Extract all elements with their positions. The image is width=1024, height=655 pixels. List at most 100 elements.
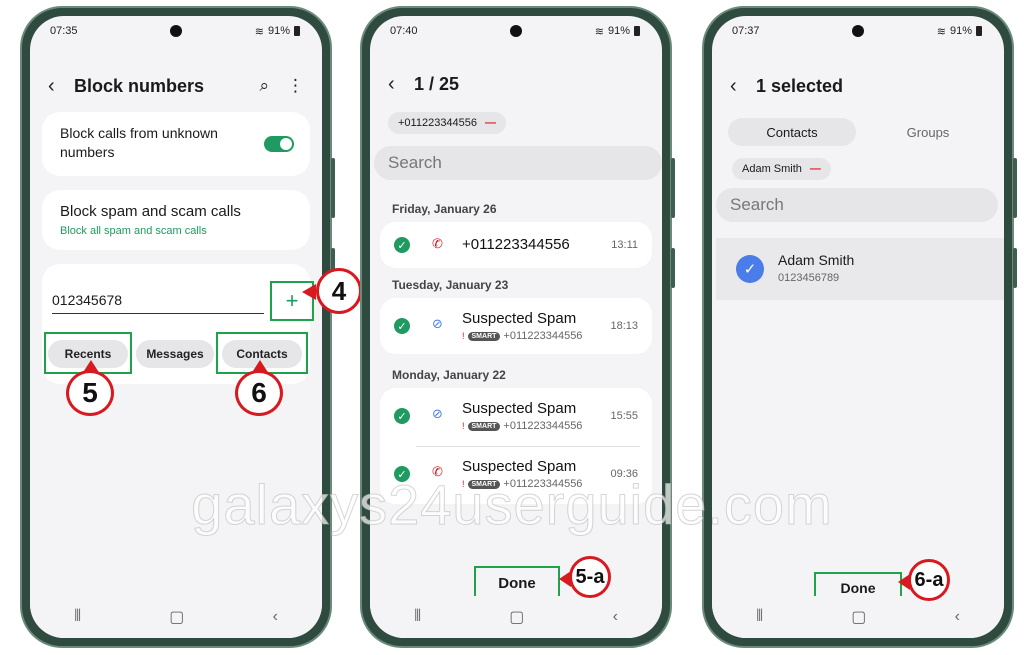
messages-button[interactable]: Messages [136, 340, 214, 368]
status-battery: 91% [607, 25, 630, 37]
home-icon[interactable]: ▢ [851, 607, 866, 627]
call-time: 09:36 [610, 468, 638, 480]
front-camera [852, 25, 864, 37]
unknown-numbers-toggle[interactable] [264, 136, 294, 152]
callout-step-6a: 6-a [908, 559, 950, 601]
selected-check-icon: ✓ [736, 255, 764, 283]
check-icon: ✓ [394, 408, 410, 424]
warning-icon: ! [462, 479, 465, 489]
back-nav-icon[interactable]: ‹ [613, 608, 618, 626]
spam-calls-title: Block spam and scam calls [60, 203, 241, 220]
phone-frame-block-numbers: 07:35 ≋ 91% ‹ Block numbers ⌕ ⋮ Block ca… [20, 6, 335, 648]
back-nav-icon[interactable]: ‹ [273, 608, 278, 626]
spam-calls-card[interactable]: Block spam and scam calls Block all spam… [42, 190, 310, 250]
status-battery: 91% [949, 25, 972, 37]
remove-icon[interactable]: — [485, 117, 496, 129]
selected-contact-text: Adam Smith [742, 163, 802, 175]
call-number: +011223344556 [503, 420, 583, 432]
front-camera [170, 25, 182, 37]
smart-badge: SMART [467, 479, 501, 489]
selected-number-chip[interactable]: +011223344556 — [388, 112, 507, 134]
phone-frame-recents: 07:40 ≋ 91% ‹ 1 / 25 +011223344556 — Sea… [360, 6, 675, 648]
screen-block-numbers: 07:35 ≋ 91% ‹ Block numbers ⌕ ⋮ Block ca… [30, 16, 322, 638]
page-title: 1 selected [756, 75, 844, 96]
back-icon[interactable]: ‹ [388, 73, 414, 96]
blocked-icon: ⊘ [432, 316, 443, 331]
page-title: 1 / 25 [414, 73, 460, 94]
screen-contacts: 07:37 ≋ 91% ‹ 1 selected Contacts Groups… [712, 16, 1004, 638]
remove-icon[interactable]: — [810, 163, 821, 175]
more-options-icon[interactable]: ⋮ [287, 76, 304, 96]
call-time: 13:11 [611, 239, 638, 251]
date-header: Monday, January 22 [392, 368, 506, 382]
date-header: Friday, January 26 [392, 202, 497, 216]
callout-step-6: 6 [235, 370, 283, 416]
status-time: 07:40 [390, 25, 418, 37]
list-group: ✓ ⊘ Suspected Spam ! SMART +011223344556… [380, 388, 652, 504]
list-item[interactable]: ✓ ✆ Suspected Spam ! SMART +011223344556… [380, 446, 652, 504]
callout-step-4: 4 [316, 268, 362, 314]
recent-apps-icon[interactable]: ⦀ [756, 608, 763, 626]
callout-arrow [302, 284, 316, 300]
call-title: Suspected Spam [462, 458, 577, 475]
battery-icon [634, 26, 640, 36]
smart-badge: SMART [467, 331, 501, 341]
contact-list-item[interactable]: ✓ Adam Smith 0123456789 [716, 238, 1004, 300]
navigation-bar: ⦀ ▢ ‹ [30, 596, 322, 638]
call-title: +011223344556 [462, 236, 570, 253]
phone-frame-contacts: 07:37 ≋ 91% ‹ 1 selected Contacts Groups… [702, 6, 1017, 648]
warning-icon: ! [462, 331, 465, 341]
selected-number-text: +011223344556 [398, 117, 478, 129]
blocked-icon: ⊘ [432, 406, 443, 421]
back-icon[interactable]: ‹ [48, 75, 74, 98]
recent-apps-icon[interactable]: ⦀ [74, 608, 81, 626]
phone-number-input[interactable]: 012345678 [52, 290, 264, 314]
spam-calls-subtitle: Block all spam and scam calls [60, 225, 207, 237]
search-input[interactable]: Search [374, 146, 662, 180]
unknown-numbers-card[interactable]: Block calls from unknown numbers [42, 112, 310, 176]
wifi-icon: ≋ [936, 25, 946, 38]
call-time: 15:55 [610, 410, 638, 422]
contact-name: Adam Smith [778, 252, 855, 268]
check-icon: ✓ [394, 318, 410, 334]
list-item[interactable]: ✓ ✆ +011223344556 13:11 [380, 222, 652, 268]
call-time: 18:13 [610, 320, 638, 332]
wifi-icon: ≋ [594, 25, 604, 38]
back-icon[interactable]: ‹ [730, 75, 756, 98]
call-title: Suspected Spam [462, 310, 577, 327]
callout-step-5: 5 [66, 370, 114, 416]
search-input[interactable]: Search [716, 188, 998, 222]
date-header: Tuesday, January 23 [392, 278, 509, 292]
missed-call-icon: ✆ [432, 464, 443, 479]
callout-step-5a: 5-a [569, 556, 611, 598]
highlight-done [474, 566, 560, 600]
tab-groups[interactable]: Groups [862, 118, 994, 146]
app-bar: ‹ 1 / 25 [370, 64, 662, 104]
app-bar: ‹ 1 selected [712, 66, 1004, 106]
front-camera [510, 25, 522, 37]
check-icon: ✓ [394, 237, 410, 253]
unknown-numbers-label: Block calls from unknown numbers [60, 125, 218, 160]
contact-number: 0123456789 [778, 272, 840, 284]
search-icon[interactable]: ⌕ [259, 76, 269, 96]
status-battery: 91% [267, 25, 290, 37]
battery-icon [976, 26, 982, 36]
app-bar: ‹ Block numbers ⌕ ⋮ [30, 66, 322, 106]
wifi-icon: ≋ [254, 25, 264, 38]
battery-icon [294, 26, 300, 36]
page-title: Block numbers [74, 75, 205, 96]
back-nav-icon[interactable]: ‹ [955, 608, 960, 626]
home-icon[interactable]: ▢ [509, 607, 524, 627]
missed-call-icon: ✆ [432, 236, 443, 251]
status-time: 07:35 [50, 25, 78, 37]
selected-contact-chip[interactable]: Adam Smith — [732, 158, 831, 180]
list-item[interactable]: ✓ ⊘ Suspected Spam ! SMART +011223344556… [380, 298, 652, 354]
home-icon[interactable]: ▢ [169, 607, 184, 627]
smart-badge: SMART [467, 421, 501, 431]
recent-apps-icon[interactable]: ⦀ [414, 608, 421, 626]
call-title: Suspected Spam [462, 400, 577, 417]
list-item[interactable]: ✓ ⊘ Suspected Spam ! SMART +011223344556… [380, 388, 652, 446]
check-icon: ✓ [394, 466, 410, 482]
navigation-bar: ⦀ ▢ ‹ [712, 596, 1004, 638]
tab-contacts[interactable]: Contacts [728, 118, 856, 146]
